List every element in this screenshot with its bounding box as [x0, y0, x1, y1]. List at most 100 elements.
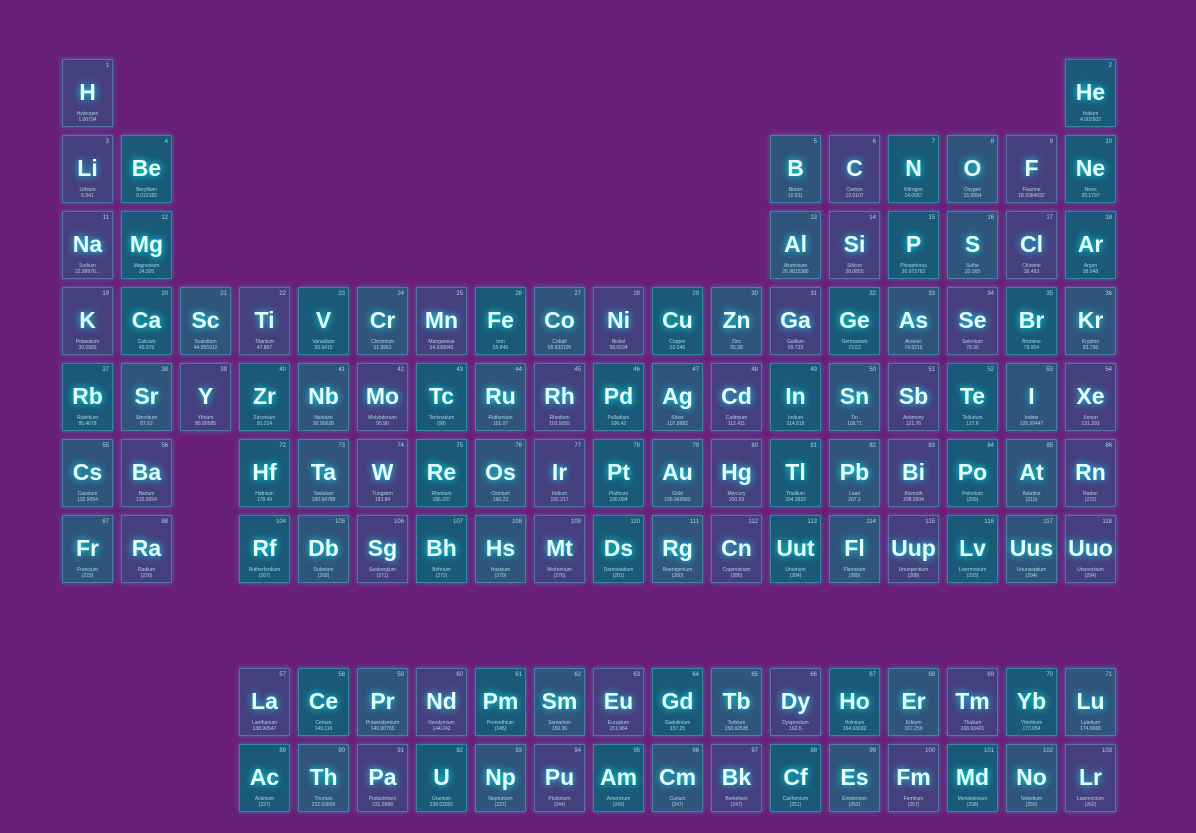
- element-tile-te[interactable]: 52 Te Tellurium 127.6: [947, 363, 998, 431]
- element-tile-mg[interactable]: 12 Mg Magnesium 24.305: [121, 211, 172, 279]
- element-tile-na[interactable]: 11 Na Sodium 22.98976...: [62, 211, 113, 279]
- element-tile-au[interactable]: 79 Au Gold 196.966569: [652, 439, 703, 507]
- element-tile-tl[interactable]: 81 Tl Thallium 204.3833: [770, 439, 821, 507]
- element-tile-po[interactable]: 84 Po Polonium (209): [947, 439, 998, 507]
- element-tile-cd[interactable]: 48 Cd Cadmium 112.411: [711, 363, 762, 431]
- element-tile-fe[interactable]: 26 Fe Iron 55.845: [475, 287, 526, 355]
- element-tile-o[interactable]: 8 O Oxygen 15.9994: [947, 135, 998, 203]
- element-tile-pr[interactable]: 59 Pr Praseodymium 140.90765: [357, 668, 408, 736]
- element-tile-zr[interactable]: 40 Zr Zirconium 91.224: [239, 363, 290, 431]
- element-tile-ti[interactable]: 22 Ti Titanium 47.867: [239, 287, 290, 355]
- element-tile-la[interactable]: 57 La Lanthanum 138.90547: [239, 668, 290, 736]
- element-tile-bh[interactable]: 107 Bh Bohrium (272): [416, 515, 467, 583]
- element-tile-rf[interactable]: 104 Rf Rutherfordium (267): [239, 515, 290, 583]
- element-tile-bi[interactable]: 83 Bi Bismuth 208.9804: [888, 439, 939, 507]
- element-tile-uup[interactable]: 115 Uup Ununpentium (288): [888, 515, 939, 583]
- element-tile-fr[interactable]: 87 Fr Francium (223): [62, 515, 113, 583]
- element-tile-f[interactable]: 9 F Fluorine 18.9984032: [1006, 135, 1057, 203]
- element-tile-cl[interactable]: 17 Cl Chlorine 35.453: [1006, 211, 1057, 279]
- element-tile-no[interactable]: 102 No Nobelium (259): [1006, 744, 1057, 812]
- element-tile-cr[interactable]: 24 Cr Chromium 51.9961: [357, 287, 408, 355]
- element-tile-sn[interactable]: 50 Sn Tin 118.71: [829, 363, 880, 431]
- element-tile-pd[interactable]: 46 Pd Palladium 106.42: [593, 363, 644, 431]
- element-tile-db[interactable]: 105 Db Dubnium (268): [298, 515, 349, 583]
- element-tile-ar[interactable]: 18 Ar Argon 39.948: [1065, 211, 1116, 279]
- element-tile-y[interactable]: 39 Y Yttrium 88.90585: [180, 363, 231, 431]
- element-tile-tb[interactable]: 65 Tb Terbium 158.92535: [711, 668, 762, 736]
- element-tile-c[interactable]: 6 C Carbon 12.0107: [829, 135, 880, 203]
- element-tile-w[interactable]: 74 W Tungsten 183.84: [357, 439, 408, 507]
- element-tile-ge[interactable]: 32 Ge Germanium 72.63: [829, 287, 880, 355]
- element-tile-ne[interactable]: 10 Ne Neon 20.1797: [1065, 135, 1116, 203]
- element-tile-ce[interactable]: 58 Ce Cerium 140.116: [298, 668, 349, 736]
- element-tile-tc[interactable]: 43 Tc Technetium (98): [416, 363, 467, 431]
- element-tile-ni[interactable]: 28 Ni Nickel 58.6934: [593, 287, 644, 355]
- element-tile-uuo[interactable]: 118 Uuo Ununoctium (294): [1065, 515, 1116, 583]
- element-tile-es[interactable]: 99 Es Einstenium (252): [829, 744, 880, 812]
- element-tile-k[interactable]: 19 K Potassium 39.0983: [62, 287, 113, 355]
- element-tile-kr[interactable]: 36 Kr Krypton 83.798: [1065, 287, 1116, 355]
- element-tile-ga[interactable]: 31 Ga Gallium 69.723: [770, 287, 821, 355]
- element-tile-gd[interactable]: 64 Gd Gadolinium 157.25: [652, 668, 703, 736]
- element-tile-sb[interactable]: 51 Sb Antimony 121.76: [888, 363, 939, 431]
- element-tile-u[interactable]: 92 U Uranium 238.02891: [416, 744, 467, 812]
- element-tile-at[interactable]: 85 At Astatine (210): [1006, 439, 1057, 507]
- element-tile-nb[interactable]: 41 Nb Niobium 92.90628: [298, 363, 349, 431]
- element-tile-ir[interactable]: 77 Ir Iridium 192.217: [534, 439, 585, 507]
- element-tile-cf[interactable]: 98 Cf Californium (251): [770, 744, 821, 812]
- element-tile-mo[interactable]: 42 Mo Molybdenum 95.96: [357, 363, 408, 431]
- element-tile-lu[interactable]: 71 Lu Lutetium 174.9668: [1065, 668, 1116, 736]
- element-tile-be[interactable]: 4 Be Beryllium 9.012182: [121, 135, 172, 203]
- element-tile-pb[interactable]: 82 Pb Lead 207.2: [829, 439, 880, 507]
- element-tile-er[interactable]: 68 Er Erbium 167.259: [888, 668, 939, 736]
- element-tile-cn[interactable]: 112 Cn Copernicium (285): [711, 515, 762, 583]
- element-tile-rg[interactable]: 111 Rg Roentgenium (280): [652, 515, 703, 583]
- element-tile-li[interactable]: 3 Li Lithium 6.941: [62, 135, 113, 203]
- element-tile-he[interactable]: 2 He Helium 4.002602: [1065, 59, 1116, 127]
- element-tile-ho[interactable]: 67 Ho Holmium 164.93032: [829, 668, 880, 736]
- element-tile-hs[interactable]: 108 Hs Hassium (270): [475, 515, 526, 583]
- element-tile-cu[interactable]: 29 Cu Copper 63.546: [652, 287, 703, 355]
- element-tile-th[interactable]: 90 Th Thorium 232.03806: [298, 744, 349, 812]
- element-tile-rn[interactable]: 86 Rn Radon (222): [1065, 439, 1116, 507]
- element-tile-pm[interactable]: 61 Pm Promethium (145): [475, 668, 526, 736]
- element-tile-pt[interactable]: 78 Pt Platinum 195.084: [593, 439, 644, 507]
- element-tile-lv[interactable]: 116 Lv Livermorium (293): [947, 515, 998, 583]
- element-tile-fl[interactable]: 114 Fl Flerovium (289): [829, 515, 880, 583]
- element-tile-re[interactable]: 75 Re Rhenium 186.207: [416, 439, 467, 507]
- element-tile-al[interactable]: 13 Al Aluminium 26.9815386: [770, 211, 821, 279]
- element-tile-n[interactable]: 7 N Nitrogen 14.0067: [888, 135, 939, 203]
- element-tile-ru[interactable]: 44 Ru Ruthenium 101.07: [475, 363, 526, 431]
- element-tile-tm[interactable]: 69 Tm Thulium 168.93421: [947, 668, 998, 736]
- element-tile-i[interactable]: 53 I Iodine 126.90447: [1006, 363, 1057, 431]
- element-tile-se[interactable]: 34 Se Selenium 78.96: [947, 287, 998, 355]
- element-tile-hg[interactable]: 80 Hg Mercury 200.59: [711, 439, 762, 507]
- element-tile-cm[interactable]: 96 Cm Curium (247): [652, 744, 703, 812]
- element-tile-fm[interactable]: 100 Fm Fermium (257): [888, 744, 939, 812]
- element-tile-hf[interactable]: 72 Hf Hafnium 178.49: [239, 439, 290, 507]
- element-tile-co[interactable]: 27 Co Cobalt 58.933195: [534, 287, 585, 355]
- element-tile-mt[interactable]: 109 Mt Meitnerium (276): [534, 515, 585, 583]
- element-tile-np[interactable]: 93 Np Neptunium (237): [475, 744, 526, 812]
- element-tile-rb[interactable]: 37 Rb Rubidium 85.4678: [62, 363, 113, 431]
- element-tile-os[interactable]: 76 Os Osmium 190.23: [475, 439, 526, 507]
- element-tile-am[interactable]: 95 Am Americium (243): [593, 744, 644, 812]
- element-tile-bk[interactable]: 97 Bk Berkelium (247): [711, 744, 762, 812]
- element-tile-sm[interactable]: 62 Sm Samarium 150.36: [534, 668, 585, 736]
- element-tile-br[interactable]: 35 Br Bromine 79.904: [1006, 287, 1057, 355]
- element-tile-v[interactable]: 23 V Vanadium 50.9415: [298, 287, 349, 355]
- element-tile-sr[interactable]: 38 Sr Strontium 87.62: [121, 363, 172, 431]
- element-tile-md[interactable]: 101 Md Mendelevium (258): [947, 744, 998, 812]
- element-tile-zn[interactable]: 30 Zn Zinc 65.38: [711, 287, 762, 355]
- element-tile-s[interactable]: 16 S Sulfur 32.065: [947, 211, 998, 279]
- element-tile-yb[interactable]: 70 Yb Ytterbium 173.054: [1006, 668, 1057, 736]
- element-tile-cs[interactable]: 55 Cs Caesium 132.9054: [62, 439, 113, 507]
- element-tile-ag[interactable]: 47 Ag Silver 107.8682: [652, 363, 703, 431]
- element-tile-rh[interactable]: 45 Rh Rhodium 102.9055: [534, 363, 585, 431]
- element-tile-uut[interactable]: 113 Uut Unutrium (284): [770, 515, 821, 583]
- element-tile-pu[interactable]: 94 Pu Plutonium (244): [534, 744, 585, 812]
- element-tile-as[interactable]: 33 As Arsenic 74.9216: [888, 287, 939, 355]
- element-tile-ca[interactable]: 20 Ca Calcium 40.078: [121, 287, 172, 355]
- element-tile-ra[interactable]: 88 Ra Radium (226): [121, 515, 172, 583]
- element-tile-sg[interactable]: 106 Sg Seaborgium (271): [357, 515, 408, 583]
